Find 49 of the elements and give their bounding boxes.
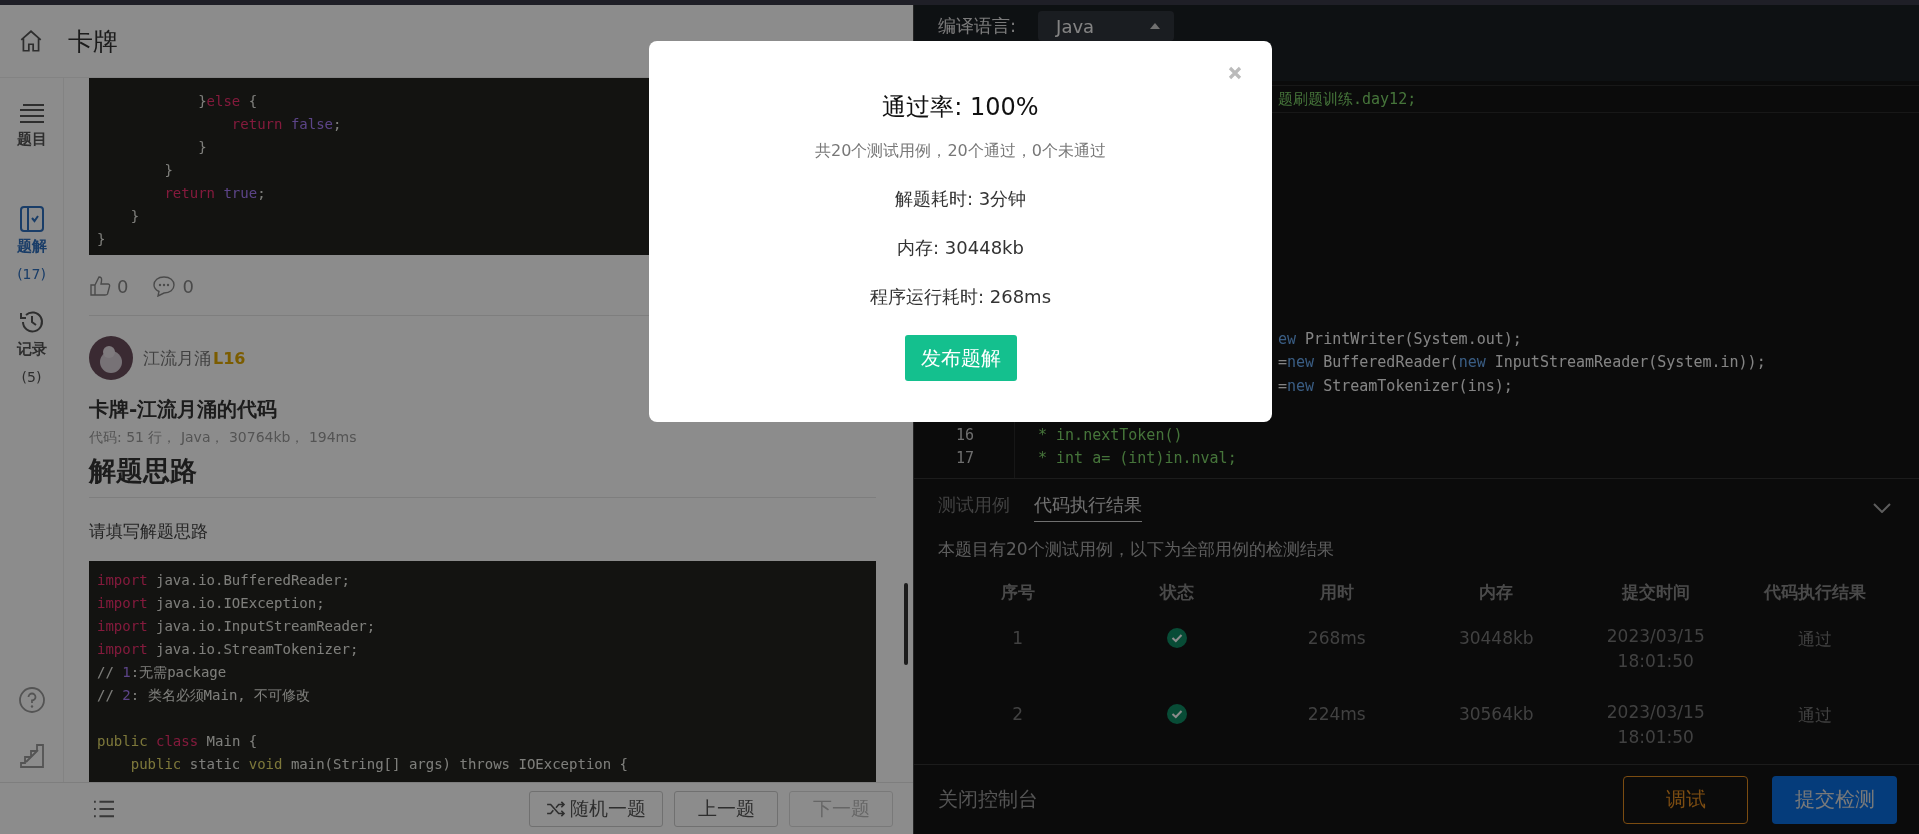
author-name[interactable]: 江流月涌 — [143, 346, 211, 370]
code-line: ew PrintWriter(System.out); — [1278, 329, 1522, 348]
book-icon[interactable] — [18, 205, 45, 233]
dialog-title: 通过率: 100% — [882, 92, 1039, 123]
code-block: import java.io.BufferedReader; import java.io.IOException; import java.io.InputStreamReader; import java.io.StreamTokenizer; // 1:无需package // 2: 类名必须Main, 不可修改 public class Main { public static void main(String[] args) throws IOException { — [89, 561, 876, 782]
line-number: 17 — [954, 449, 974, 468]
action-button[interactable]: 调试 — [1623, 775, 1748, 824]
column-header: 用时 — [1318, 581, 1355, 604]
level-label: L16 — [213, 348, 246, 368]
language-label: 编译语言: — [938, 14, 1017, 38]
shuffle-icon — [546, 800, 566, 817]
chevron-icon[interactable] — [1873, 502, 1891, 513]
column-header: 提交时间 — [1620, 581, 1691, 604]
sidebar-item[interactable]: 题目 — [14, 98, 49, 153]
language-select[interactable]: Java — [1038, 11, 1175, 41]
sidebar-item[interactable]: 题解 (17) — [14, 201, 49, 286]
stairs-icon[interactable] — [17, 742, 46, 770]
triangle-icon — [1150, 23, 1161, 29]
stat-text: 内存: 30448kb — [897, 236, 1024, 260]
column-header: 状态 — [1158, 581, 1196, 604]
help-icon[interactable] — [17, 686, 46, 714]
code-line: =new BufferedReader(new InputStreamReader(System.in)); — [1278, 353, 1766, 372]
code-line: * int a= (int)in.nval; — [1038, 449, 1237, 468]
code-line: * in.nextToken() — [1038, 425, 1183, 444]
post-title: 卡牌-江流月涌的代码 — [89, 396, 279, 423]
line-number: 16 — [954, 425, 974, 444]
post-text: 请填写解题思路 — [89, 520, 209, 543]
stat-text: 解题耗时: 3分钟 — [894, 187, 1027, 211]
stat-text: 程序运行耗时: 268ms — [869, 285, 1052, 309]
home-icon[interactable] — [18, 28, 44, 54]
nav-button[interactable]: 随机一题 — [529, 790, 663, 827]
avatar[interactable] — [89, 336, 133, 380]
console-tab[interactable]: 代码执行结果 — [1034, 493, 1142, 522]
nav-button[interactable]: 上一题 — [674, 790, 778, 827]
close-icon[interactable] — [1228, 66, 1242, 80]
page-title: 卡牌 — [68, 25, 118, 58]
column-header: 序号 — [999, 581, 1036, 604]
column-header: 代码执行结果 — [1762, 581, 1868, 604]
action-button[interactable]: 提交检测 — [1772, 775, 1897, 824]
code-line: =new StreamTokenizer(ins); — [1278, 376, 1513, 395]
sidebar-item[interactable]: 记录 (5) — [14, 304, 49, 389]
publish-button[interactable]: 发布题解 — [904, 335, 1017, 381]
like-button[interactable]: 0 — [89, 275, 129, 297]
list-icon[interactable] — [92, 798, 116, 819]
section-heading: 解题思路 — [89, 454, 198, 488]
close-console-link[interactable]: 关闭控制台 — [938, 786, 1038, 813]
column-header: 内存 — [1478, 581, 1515, 604]
code-line: 题刷题训练.day12; — [1278, 89, 1417, 109]
result-summary: 本题目有20个测试用例，以下为全部用例的检测结果 — [938, 538, 1335, 561]
